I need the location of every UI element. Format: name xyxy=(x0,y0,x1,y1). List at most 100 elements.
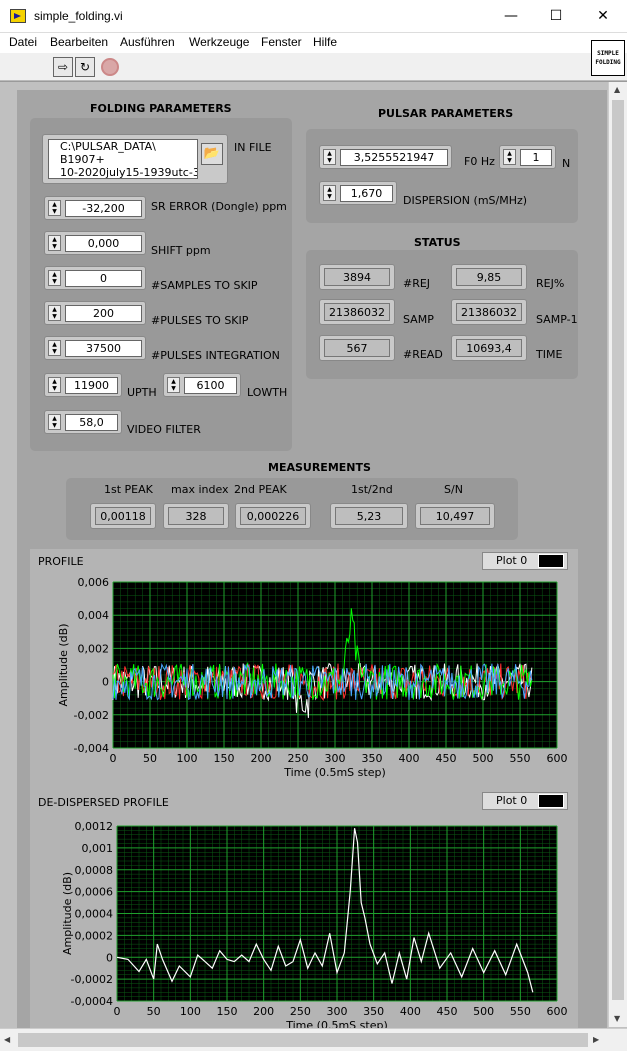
dedispersed-y-tick-label: 0,0006 xyxy=(75,886,114,899)
menu-werkzeuge[interactable]: Werkzeuge xyxy=(189,35,249,49)
vertical-scroll-thumb[interactable] xyxy=(612,100,624,1000)
in-file-line: B1907+ xyxy=(60,153,105,166)
dispersion-control: ▲ ▼ 1,670 xyxy=(319,181,397,205)
pulses-skip-label: #PULSES TO SKIP xyxy=(151,314,249,327)
profile-y-tick-label: 0,006 xyxy=(78,576,110,589)
n-input[interactable]: 1 xyxy=(520,149,552,166)
menu-bar: Datei Bearbeiten Ausführen Werkzeuge Fen… xyxy=(0,33,627,53)
lowth-label: LOWTH xyxy=(247,386,288,399)
profile-y-axis-label: Amplitude (dB) xyxy=(57,624,70,707)
upth-control: ▲ ▼ 11900 xyxy=(44,373,122,397)
dedispersed-x-tick-label: 250 xyxy=(290,1005,311,1018)
dispersion-label: DISPERSION (mS/MHz) xyxy=(403,194,528,207)
n-spinner[interactable]: ▲ ▼ xyxy=(503,149,516,165)
scroll-up-icon[interactable]: ▲ xyxy=(614,85,620,94)
pulses-skip-input[interactable]: 200 xyxy=(65,305,142,322)
run-continuously-icon[interactable]: ↻ xyxy=(75,57,95,77)
in-file-path[interactable]: C:\PULSAR_DATA\ B1907+ 10-2020july15-193… xyxy=(48,139,198,179)
in-file-line: C:\PULSAR_DATA\ xyxy=(60,140,156,153)
browse-folder-icon[interactable]: 📂 xyxy=(201,143,223,165)
f0-spinner[interactable]: ▲ ▼ xyxy=(323,149,336,165)
pulses-skip-spinner[interactable]: ▲ ▼ xyxy=(48,305,61,321)
menu-datei[interactable]: Datei xyxy=(9,35,37,49)
dedispersed-x-tick-label: 400 xyxy=(400,1005,421,1018)
dedispersed-y-tick-label: 0,0002 xyxy=(75,929,114,942)
menu-fenster[interactable]: Fenster xyxy=(261,35,302,49)
shift-spinner[interactable]: ▲ ▼ xyxy=(48,235,61,251)
profile-x-tick-label: 50 xyxy=(143,752,157,765)
dedispersed-x-tick-label: 350 xyxy=(363,1005,384,1018)
first-peak-value: 0,00118 xyxy=(95,507,151,525)
upth-label: UPTH xyxy=(127,386,157,399)
horizontal-scrollbar[interactable]: ◀ ▶ xyxy=(0,1028,627,1051)
shift-control: ▲ ▼ 0,000 xyxy=(44,231,146,255)
dedispersed-x-tick-label: 150 xyxy=(217,1005,238,1018)
rej-pct-value: 9,85 xyxy=(456,268,522,286)
dispersion-input[interactable]: 1,670 xyxy=(340,185,393,202)
profile-plot-legend[interactable]: Plot 0 xyxy=(482,552,568,570)
dedispersed-x-axis-label: Time (0.5mS step) xyxy=(285,1019,387,1028)
close-button[interactable]: ✕ xyxy=(588,6,618,26)
time-label: TIME xyxy=(536,348,563,361)
profile-chart[interactable]: 0 50 100 150 200 250 300 350 400 450 500 550 600 -0,0… xyxy=(30,570,578,792)
menu-bearbeiten[interactable]: Bearbeiten xyxy=(50,35,108,49)
scroll-left-icon[interactable]: ◀ xyxy=(4,1035,10,1044)
scroll-down-icon[interactable]: ▼ xyxy=(614,1014,620,1023)
sr-error-control: ▲ ▼ -32,200 xyxy=(44,196,146,220)
profile-x-tick-label: 550 xyxy=(510,752,531,765)
profile-y-tick-label: -0,002 xyxy=(74,709,109,722)
menu-hilfe[interactable]: Hilfe xyxy=(313,35,337,49)
samp-1-label: SAMP-1 xyxy=(536,313,578,326)
max-index-value: 328 xyxy=(168,507,224,525)
profile-chart-title: PROFILE xyxy=(38,555,84,568)
profile-x-tick-label: 150 xyxy=(214,752,235,765)
profile-x-tick-label: 600 xyxy=(547,752,568,765)
lowth-control: ▲ ▼ 6100 xyxy=(163,373,241,397)
in-file-label: IN FILE xyxy=(234,141,272,154)
sr-error-spinner[interactable]: ▲ ▼ xyxy=(48,200,61,216)
menu-ausfuehren[interactable]: Ausführen xyxy=(120,35,175,49)
dedispersed-y-tick-label: -0,0002 xyxy=(71,973,113,986)
read-indicator: 567 xyxy=(319,335,395,361)
shift-label: SHIFT ppm xyxy=(151,244,211,257)
dedispersed-x-tick-label: 550 xyxy=(510,1005,531,1018)
maximize-button[interactable]: ☐ xyxy=(541,6,571,26)
dedispersed-y-tick-label: -0,0004 xyxy=(71,995,113,1008)
scroll-right-icon[interactable]: ▶ xyxy=(593,1035,599,1044)
dedispersed-legend-label: Plot 0 xyxy=(496,794,528,807)
sr-error-input[interactable]: -32,200 xyxy=(65,200,142,217)
profile-legend-label: Plot 0 xyxy=(496,554,528,567)
dedispersed-plot-legend[interactable]: Plot 0 xyxy=(482,792,568,810)
samples-skip-spinner[interactable]: ▲ ▼ xyxy=(48,270,61,286)
f0-input[interactable]: 3,5255521947 xyxy=(340,149,448,166)
run-arrow-icon[interactable]: ⇨ xyxy=(53,57,73,77)
dedispersed-x-tick-label: 600 xyxy=(547,1005,568,1018)
dedispersed-chart[interactable]: 0 50 100 150 200 250 300 350 400 450 500 550 600 -0,0… xyxy=(30,812,578,1028)
video-filter-input[interactable]: 58,0 xyxy=(65,414,118,431)
upth-spinner[interactable]: ▲ ▼ xyxy=(48,377,61,393)
minimize-button[interactable]: — xyxy=(496,6,526,26)
f0-control: ▲ ▼ 3,5255521947 xyxy=(319,145,452,169)
window-title: simple_folding.vi xyxy=(34,9,123,23)
horizontal-scroll-thumb[interactable] xyxy=(18,1033,588,1047)
video-filter-spinner[interactable]: ▲ ▼ xyxy=(48,414,61,430)
samp-1-value: 21386032 xyxy=(456,303,522,321)
profile-x-tick-label: 400 xyxy=(399,752,420,765)
abort-stop-icon[interactable] xyxy=(101,58,119,76)
max-index-indicator: 328 xyxy=(163,503,229,529)
dedispersed-y-tick-label: 0,001 xyxy=(82,842,114,855)
sn-label: S/N xyxy=(444,483,463,496)
pulses-integration-spinner[interactable]: ▲ ▼ xyxy=(48,340,61,356)
pulses-integration-input[interactable]: 37500 xyxy=(65,340,142,357)
second-peak-value: 0,000226 xyxy=(240,507,306,525)
shift-input[interactable]: 0,000 xyxy=(65,235,142,252)
dedispersed-x-tick-label: 0 xyxy=(114,1005,121,1018)
samples-skip-input[interactable]: 0 xyxy=(65,270,142,287)
profile-x-tick-label: 250 xyxy=(288,752,309,765)
vertical-scrollbar[interactable]: ▲ ▼ xyxy=(608,82,627,1027)
dedispersed-y-tick-label: 0,0008 xyxy=(75,864,114,877)
lowth-spinner[interactable]: ▲ ▼ xyxy=(167,377,180,393)
upth-input[interactable]: 11900 xyxy=(65,377,118,394)
lowth-input[interactable]: 6100 xyxy=(184,377,237,394)
dispersion-spinner[interactable]: ▲ ▼ xyxy=(323,185,336,201)
